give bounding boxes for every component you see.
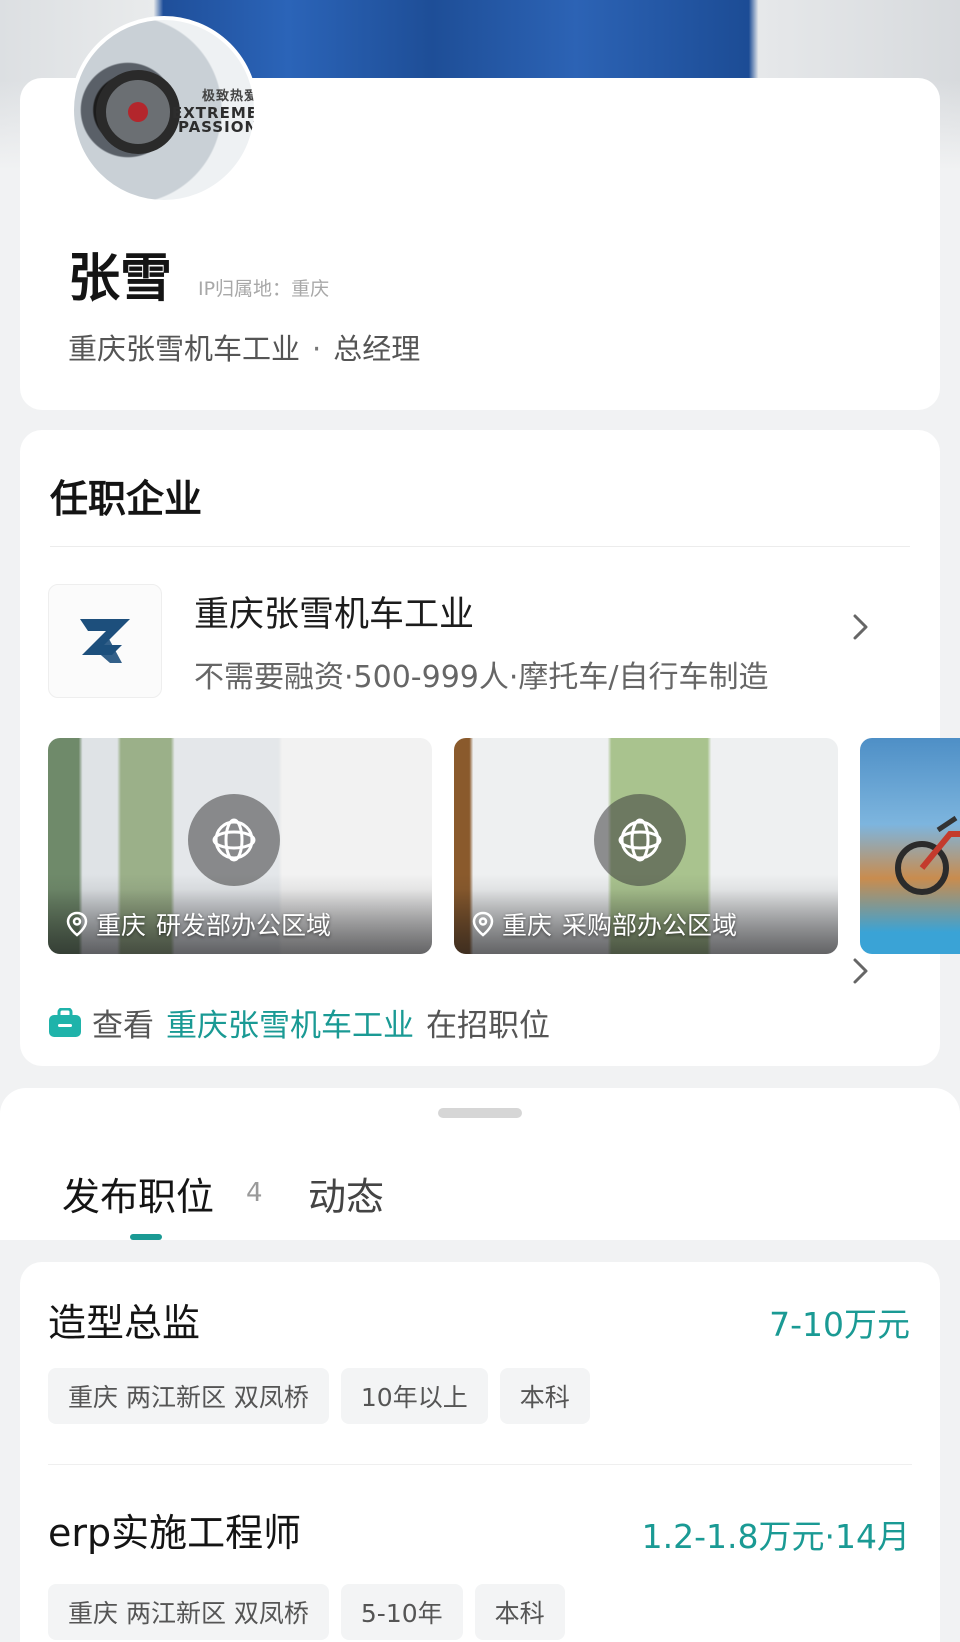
chevron-right-icon — [846, 612, 876, 642]
office-photo-purchasing[interactable]: 重庆 采购部办公区域 — [454, 738, 838, 954]
tab-posted-jobs[interactable]: 发布职位 — [62, 1166, 214, 1221]
jobs-link-suffix: 在招职位 — [426, 1008, 550, 1044]
company-card: 任职企业 重庆张雪机车工业 不需要融资·500-999人·摩托车/自行车制造 重… — [20, 430, 960, 1066]
separator: · — [312, 332, 322, 366]
jobs-list: 造型总监 7-10万元 重庆 两江新区 双凤桥 10年以上 本科 erp实施工程… — [20, 1262, 940, 1642]
avatar[interactable]: 极致热爱 EXTREME PASSION — [70, 16, 258, 204]
office-photo-motorcycle[interactable] — [860, 738, 960, 954]
job-title: 造型总监 — [48, 1301, 201, 1345]
office-photo-rd[interactable]: 重庆 研发部办公区域 — [48, 738, 432, 954]
job-tag-location: 重庆 两江新区 双凤桥 — [48, 1584, 329, 1640]
ip-location: IP归属地：重庆 — [198, 274, 329, 301]
map-pin-icon — [66, 911, 88, 937]
photo-area: 研发部办公区域 — [156, 911, 332, 940]
chevron-right-icon — [846, 956, 876, 986]
view-jobs-link[interactable]: 查看 重庆张雪机车工业 在招职位 — [48, 1000, 550, 1045]
job-tag-experience: 10年以上 — [340, 1368, 488, 1424]
sheet-drag-handle[interactable] — [438, 1108, 522, 1118]
job-tag-education: 本科 — [474, 1584, 565, 1640]
vr-panorama-icon — [188, 794, 280, 886]
photo-caption: 重庆 研发部办公区域 — [66, 906, 331, 942]
job-tag-education: 本科 — [499, 1368, 590, 1424]
ip-value: 重庆 — [291, 278, 330, 300]
job-salary: 7-10万元 — [769, 1305, 910, 1344]
job-title: erp实施工程师 — [48, 1511, 302, 1555]
company-meta: 不需要融资·500-999人·摩托车/自行车制造 — [194, 660, 769, 695]
profile-position: 总经理 — [333, 332, 421, 366]
photo-city: 重庆 — [502, 911, 553, 940]
profile-title-line: 重庆张雪机车工业 · 总经理 — [68, 326, 420, 368]
profile-card: 极致热爱 EXTREME PASSION 张雪 IP归属地：重庆 重庆张雪机车工… — [20, 16, 940, 410]
company-logo-icon — [48, 584, 162, 698]
job-tags: 重庆 两江新区 双凤桥 5-10年 本科 — [48, 1584, 565, 1640]
section-title: 任职企业 — [50, 477, 203, 521]
company-name: 重庆张雪机车工业 — [194, 595, 475, 635]
vr-panorama-icon — [594, 794, 686, 886]
motorcycle-graphic — [895, 815, 960, 895]
jobs-count: 4 — [246, 1178, 263, 1208]
job-tags: 重庆 两江新区 双凤桥 10年以上 本科 — [48, 1368, 590, 1424]
map-pin-icon — [472, 911, 494, 937]
ip-label: IP归属地： — [198, 278, 292, 300]
profile-company: 重庆张雪机车工业 — [68, 332, 301, 366]
profile-name: 张雪 — [68, 249, 173, 309]
tab-feed[interactable]: 动态 — [308, 1166, 384, 1221]
divider — [48, 1464, 912, 1465]
jobs-link-company: 重庆张雪机车工业 — [166, 1008, 414, 1044]
job-tag-location: 重庆 两江新区 双凤桥 — [48, 1368, 329, 1424]
photo-caption: 重庆 采购部办公区域 — [472, 906, 737, 942]
avatar-logo-text: 极致热爱 EXTREME PASSION — [171, 89, 258, 136]
photo-area: 采购部办公区域 — [562, 911, 738, 940]
job-tag-experience: 5-10年 — [340, 1584, 463, 1640]
briefcase-icon — [48, 1007, 82, 1038]
divider — [50, 546, 910, 547]
jobs-link-prefix: 查看 — [92, 1008, 154, 1044]
photo-city: 重庆 — [96, 911, 147, 940]
job-salary: 1.2-1.8万元·14月 — [641, 1517, 910, 1556]
